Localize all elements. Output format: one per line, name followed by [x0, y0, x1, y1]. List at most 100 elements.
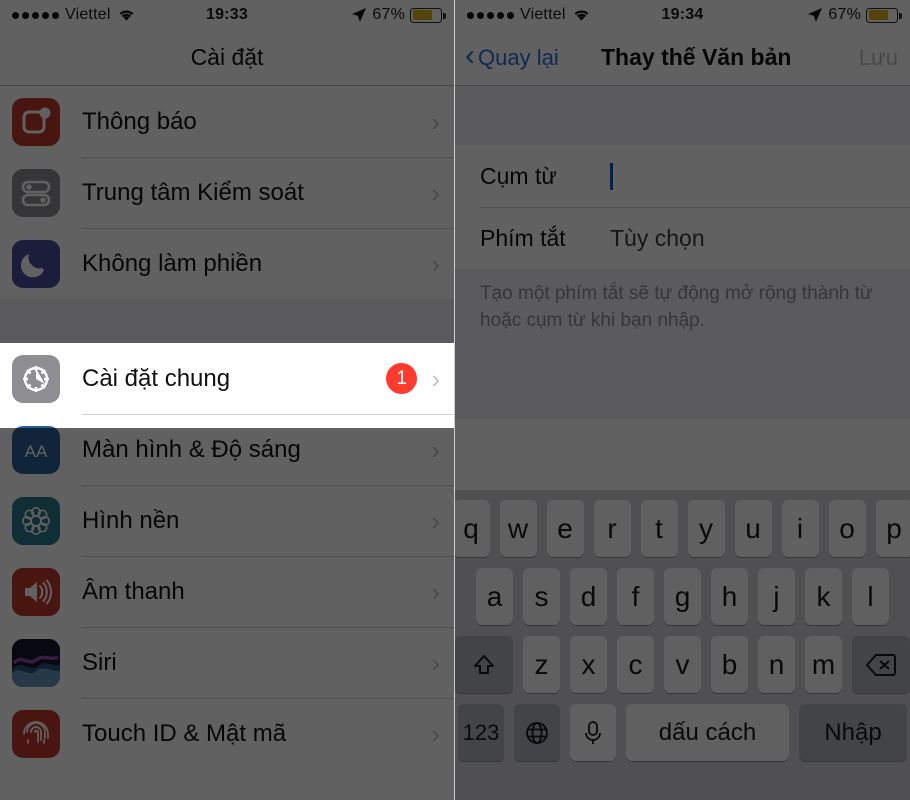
- svg-text:AA: AA: [25, 442, 48, 461]
- return-key[interactable]: Nhập: [799, 704, 907, 761]
- list-group-spacer: [0, 299, 454, 343]
- settings-row-sounds[interactable]: Âm thanh ›: [0, 556, 454, 627]
- key-d[interactable]: d: [570, 568, 607, 625]
- key-p[interactable]: p: [875, 500, 910, 557]
- back-button-label: Quay lại: [478, 44, 559, 70]
- settings-row-label: Hình nền: [82, 506, 180, 534]
- settings-row-label: Touch ID & Mật mã: [82, 719, 287, 747]
- keyboard-row-1: q w e r t y u i o p: [455, 500, 910, 557]
- nav-bar-right: ‹ Quay lại Thay thế Văn bản Lưu: [455, 30, 910, 86]
- key-v[interactable]: v: [664, 636, 701, 693]
- carrier-name: Viettel: [65, 6, 111, 23]
- key-c[interactable]: c: [617, 636, 654, 693]
- status-clock: 19:33: [206, 6, 248, 23]
- key-o[interactable]: o: [828, 500, 866, 557]
- battery-icon: [410, 7, 446, 23]
- settings-row-notifications[interactable]: Thông báo ›: [0, 86, 454, 157]
- key-x[interactable]: x: [570, 636, 607, 693]
- chevron-left-icon: ‹: [465, 39, 475, 72]
- key-y[interactable]: y: [687, 500, 725, 557]
- general-gear-icon: [12, 354, 60, 403]
- status-right-group: 67%: [248, 6, 446, 24]
- shift-up-arrow-icon[interactable]: [455, 636, 513, 693]
- globe-language-icon[interactable]: [514, 704, 560, 761]
- status-badge: 1: [386, 363, 418, 394]
- chevron-right-icon: ›: [431, 177, 440, 208]
- form-help-text: Tạo một phím tắt sẽ tự động mở rộng thàn…: [455, 269, 910, 419]
- space-key[interactable]: dấu cách: [626, 704, 789, 761]
- chevron-right-icon: ›: [431, 576, 440, 607]
- chevron-right-icon: ›: [431, 505, 440, 536]
- chevron-right-icon: ›: [431, 434, 440, 465]
- touch-id-icon: [12, 709, 60, 758]
- settings-row-general[interactable]: Cài đặt chung 1 ›: [0, 343, 454, 414]
- microphone-icon[interactable]: [570, 704, 616, 761]
- key-z[interactable]: z: [523, 636, 560, 693]
- backspace-delete-icon[interactable]: [852, 636, 910, 693]
- notifications-icon: [12, 97, 60, 146]
- keyboard-row-4: 123 dấu cách Nhập: [455, 704, 910, 761]
- settings-row-siri[interactable]: Siri ›: [0, 627, 454, 698]
- phrase-field-row[interactable]: Cụm từ: [455, 145, 910, 207]
- settings-row-touch-id[interactable]: Touch ID & Mật mã ›: [0, 698, 454, 769]
- save-button-label: Lưu: [858, 44, 898, 70]
- left-phone-settings-screen: Viettel 19:33 67% Cài đặt Thông báo › Tr…: [0, 0, 455, 800]
- signal-strength-dots-icon: [12, 11, 59, 19]
- status-clock: 19:34: [661, 6, 704, 23]
- key-q[interactable]: q: [455, 500, 490, 557]
- battery-percent: 67%: [372, 6, 406, 23]
- key-e[interactable]: e: [546, 500, 584, 557]
- save-button[interactable]: Lưu: [859, 30, 898, 85]
- display-brightness-icon: AA: [12, 425, 60, 474]
- key-t[interactable]: t: [640, 500, 678, 557]
- status-right-group: 67%: [703, 6, 902, 24]
- chevron-right-icon: ›: [431, 106, 440, 137]
- back-button[interactable]: ‹ Quay lại: [465, 30, 559, 85]
- key-b[interactable]: b: [711, 636, 748, 693]
- numeric-keyboard-button[interactable]: 123: [458, 704, 504, 761]
- sounds-icon: [12, 567, 60, 616]
- location-arrow-icon: [807, 7, 823, 23]
- status-bar-left: Viettel 19:33 67%: [0, 0, 454, 30]
- key-w[interactable]: w: [499, 500, 537, 557]
- key-u[interactable]: u: [734, 500, 772, 557]
- settings-row-label: Âm thanh: [82, 577, 185, 605]
- key-l[interactable]: l: [852, 568, 889, 625]
- key-g[interactable]: g: [664, 568, 701, 625]
- dual-phone-screenshot: Viettel 19:33 67% Cài đặt Thông báo › Tr…: [0, 0, 910, 800]
- key-f[interactable]: f: [617, 568, 654, 625]
- top-gap-area: [455, 86, 910, 145]
- wifi-icon: [572, 8, 591, 22]
- wifi-icon: [117, 8, 136, 22]
- settings-row-control-center[interactable]: Trung tâm Kiểm soát ›: [0, 157, 454, 228]
- keyboard-row-3: z x c v b n m: [455, 636, 910, 693]
- chevron-right-icon: ›: [431, 647, 440, 678]
- keyboard-row-2: a s d f g h j k l: [455, 568, 910, 625]
- nav-bar-left: Cài đặt: [0, 30, 454, 86]
- text-cursor: [610, 162, 613, 190]
- key-j[interactable]: j: [758, 568, 795, 625]
- key-a[interactable]: a: [476, 568, 513, 625]
- settings-row-display-brightness[interactable]: AA Màn hình & Độ sáng ›: [0, 414, 454, 485]
- key-n[interactable]: n: [758, 636, 795, 693]
- phrase-field-label: Cụm từ: [480, 162, 557, 189]
- key-i[interactable]: i: [781, 500, 819, 557]
- chevron-right-icon: ›: [431, 248, 440, 279]
- chevron-right-icon: ›: [431, 718, 440, 749]
- key-s[interactable]: s: [523, 568, 560, 625]
- settings-row-label: Siri: [82, 648, 117, 676]
- settings-row-label: Thông báo: [82, 107, 197, 135]
- right-phone-text-replacement-screen: Viettel 19:34 67% ‹ Quay lại Thay thế Vă…: [455, 0, 910, 800]
- key-h[interactable]: h: [711, 568, 748, 625]
- key-k[interactable]: k: [805, 568, 842, 625]
- settings-row-do-not-disturb[interactable]: Không làm phiền ›: [0, 228, 454, 299]
- status-left-group: Viettel: [467, 6, 662, 24]
- shortcut-field-value: Tùy chọn: [610, 224, 705, 251]
- key-r[interactable]: r: [593, 500, 631, 557]
- siri-icon: [12, 638, 60, 687]
- signal-strength-dots-icon: [467, 11, 514, 19]
- settings-row-wallpaper[interactable]: Hình nền ›: [0, 485, 454, 556]
- key-m[interactable]: m: [805, 636, 842, 693]
- shortcut-field-label: Phím tắt: [480, 224, 566, 251]
- shortcut-field-row[interactable]: Phím tắt Tùy chọn: [455, 207, 910, 269]
